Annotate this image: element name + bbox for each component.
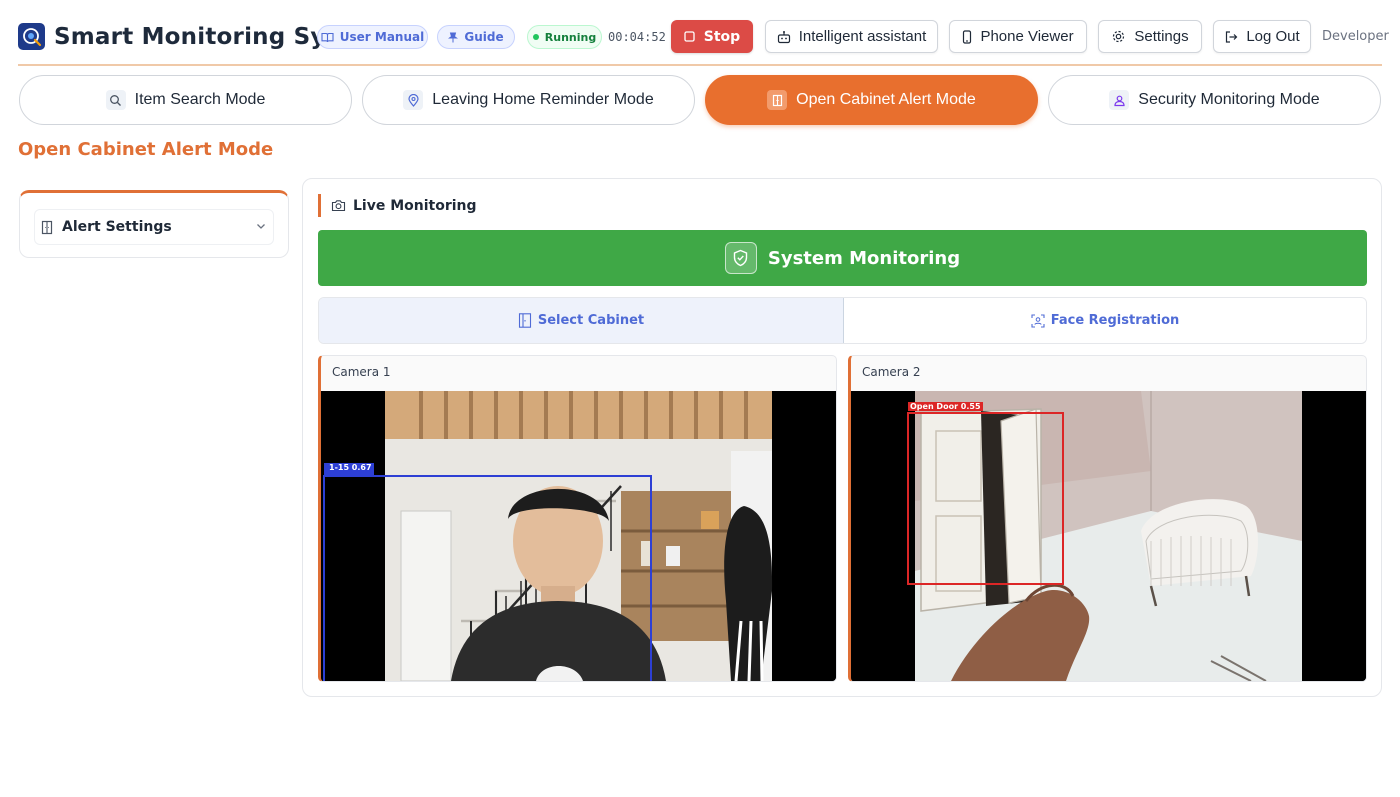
camera-1-card: Camera 1 1-15 0.67 xyxy=(318,355,837,682)
cabinet-icon xyxy=(40,220,54,235)
guide-button[interactable]: Guide xyxy=(437,25,515,49)
chevron-down-icon xyxy=(255,220,267,232)
intelligent-assistant-button[interactable]: Intelligent assistant xyxy=(765,20,938,53)
status-label: Running xyxy=(544,30,597,44)
pin-icon xyxy=(448,32,459,43)
tab-open-cabinet-label: Open Cabinet Alert Mode xyxy=(796,91,976,108)
book-icon xyxy=(321,32,334,43)
shield-check-icon xyxy=(724,242,757,274)
elapsed-timer: 00:04:52 xyxy=(608,30,666,44)
status-badge: Running xyxy=(527,25,602,49)
logout-button[interactable]: Log Out xyxy=(1213,20,1311,53)
live-monitoring-header: Live Monitoring xyxy=(318,194,477,217)
gear-icon xyxy=(1111,29,1126,44)
tab-leaving-home-reminder-mode[interactable]: Leaving Home Reminder Mode xyxy=(362,75,695,125)
tab-select-cabinet[interactable]: Select Cabinet xyxy=(319,298,844,343)
tab-security-label: Security Monitoring Mode xyxy=(1138,91,1320,108)
face-registration-label: Face Registration xyxy=(1050,313,1180,328)
phone-viewer-button[interactable]: Phone Viewer xyxy=(949,20,1087,53)
robot-icon xyxy=(777,30,791,44)
stop-label: Stop xyxy=(703,28,741,45)
app-header: Smart Monitoring System User Manual Guid… xyxy=(18,0,1389,66)
logout-label: Log Out xyxy=(1246,28,1300,45)
location-pin-icon xyxy=(403,90,424,110)
camera-1-feed[interactable]: 1-15 0.67 xyxy=(321,391,836,681)
camera-1-label: Camera 1 xyxy=(332,365,391,379)
mode-tabs: Item Search Mode Leaving Home Reminder M… xyxy=(19,75,1382,125)
alert-settings-panel: Alert Settings xyxy=(19,190,289,258)
stop-button[interactable]: Stop xyxy=(671,20,753,53)
system-monitoring-label: System Monitoring xyxy=(767,247,961,269)
cabinet-icon xyxy=(767,90,788,110)
settings-label: Settings xyxy=(1134,28,1189,45)
search-icon xyxy=(105,90,126,110)
tab-security-monitoring-mode[interactable]: Security Monitoring Mode xyxy=(1048,75,1381,125)
tab-open-cabinet-alert-mode[interactable]: Open Cabinet Alert Mode xyxy=(705,75,1038,125)
logout-icon xyxy=(1224,30,1238,44)
tab-leaving-home-label: Leaving Home Reminder Mode xyxy=(432,91,654,108)
camera-2-detection-label: Open Door 0.55 xyxy=(908,402,983,411)
monitoring-subtabs: Select Cabinet Face Registration xyxy=(318,297,1367,344)
alert-settings-label: Alert Settings xyxy=(62,219,172,235)
settings-button[interactable]: Settings xyxy=(1098,20,1202,53)
tab-item-search-mode[interactable]: Item Search Mode xyxy=(19,75,352,125)
door-icon xyxy=(518,313,532,328)
alert-settings-toggle[interactable]: Alert Settings xyxy=(34,209,274,245)
camera-1-detection-label: 1-15 0.67 xyxy=(329,463,372,472)
user-manual-button[interactable]: User Manual xyxy=(317,25,428,49)
status-dot xyxy=(532,34,539,40)
phone-icon xyxy=(962,29,972,44)
phone-viewer-label: Phone Viewer xyxy=(980,28,1074,45)
face-scan-icon xyxy=(1031,313,1045,328)
system-monitoring-bar[interactable]: System Monitoring xyxy=(318,230,1367,286)
camera-icon xyxy=(331,199,346,212)
select-cabinet-label: Select Cabinet xyxy=(537,313,645,328)
user-manual-label: User Manual xyxy=(339,30,425,44)
user-shield-icon xyxy=(1109,90,1130,110)
tab-item-search-label: Item Search Mode xyxy=(134,91,266,108)
camera-2-label: Camera 2 xyxy=(862,365,921,379)
stop-icon xyxy=(684,31,695,42)
assistant-label: Intelligent assistant xyxy=(798,28,927,45)
page-title: Open Cabinet Alert Mode xyxy=(18,139,274,160)
camera-2-card: Camera 2 Open Door 0.55 xyxy=(848,355,1367,682)
camera-logo-icon xyxy=(18,23,45,50)
live-monitoring-panel: Live Monitoring System Monitoring Select… xyxy=(302,178,1382,697)
live-monitoring-label: Live Monitoring xyxy=(353,197,477,214)
camera-2-feed[interactable]: Open Door 0.55 xyxy=(851,391,1366,681)
guide-label: Guide xyxy=(464,30,504,44)
developer-link[interactable]: Developer xyxy=(1322,29,1389,44)
tab-face-registration[interactable]: Face Registration xyxy=(844,298,1366,343)
